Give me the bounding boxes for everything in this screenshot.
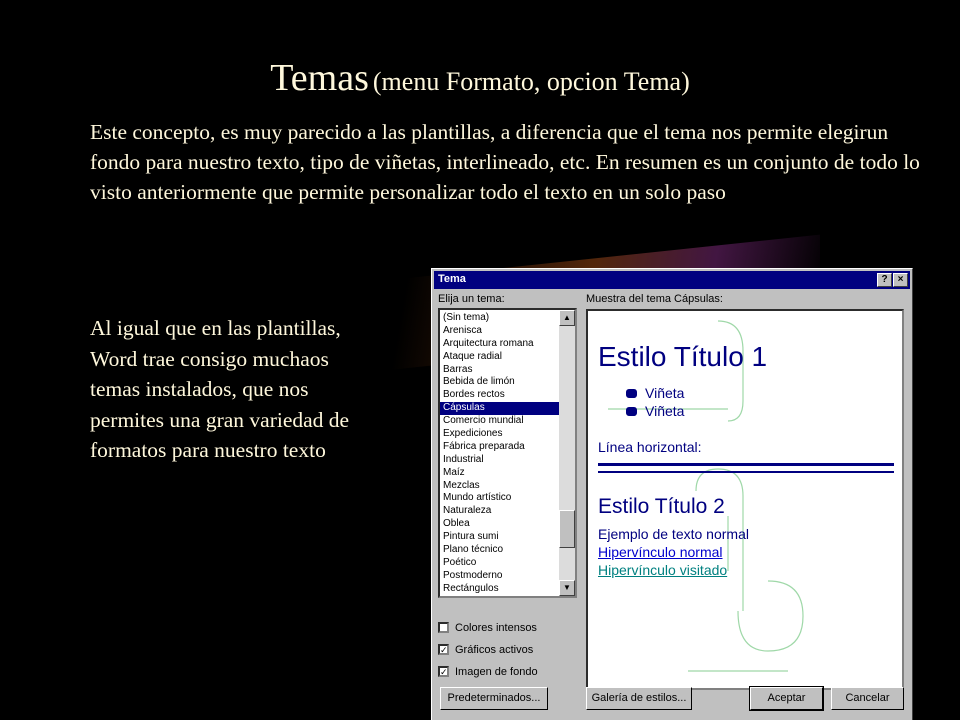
intro-paragraph: Este concepto, es muy parecido a las pla… [90,120,920,204]
theme-list-item[interactable]: Arenisca [440,325,560,338]
preview-heading2: Estilo Título 2 [598,495,725,518]
theme-list-item[interactable]: Bordes rectos [440,389,560,402]
checkbox-graficos-activos[interactable]: ✓ [438,644,449,655]
theme-list-item[interactable]: Poético [440,557,560,570]
slide-title-main: Temas [270,57,369,99]
slide-title: Temas (menu Formato, opcion Tema) [0,56,960,100]
dialog-title: Tema [438,273,466,285]
theme-list-item[interactable]: Oblea [440,518,560,531]
theme-list-item[interactable]: Expediciones [440,428,560,441]
preview-bullet-1: Viñeta [626,385,684,401]
side-paragraph: Al igual que en las plantillas, Word tra… [90,316,350,462]
theme-list-item[interactable]: Cápsulas [440,402,560,416]
theme-list-item[interactable]: Arquitectura romana [440,338,560,351]
theme-list-item[interactable]: Fábrica preparada [440,441,560,454]
theme-list-items: (Sin tema) Arenisca Arquitectura romana Ata… [440,312,560,596]
theme-list-item[interactable]: (Sin tema) [440,312,560,325]
theme-list-item[interactable]: Mezclas [440,480,560,493]
accept-button[interactable]: Aceptar [749,686,824,711]
theme-preview: Estilo Título 1 Viñeta Viñeta Línea hori… [586,309,904,690]
preview-horizontal-line [598,463,894,473]
preview-bullet-2: Viñeta [626,403,684,419]
theme-list[interactable]: (Sin tema) Arenisca Arquitectura romana Ata… [438,308,577,598]
theme-list-item[interactable]: Postmoderno [440,570,560,583]
preview-heading1: Estilo Título 1 [598,341,768,372]
theme-dialog: Tema ? × Elija un tema: Muestra del tema… [431,268,913,720]
label-imagen-de-fondo: Imagen de fondo [455,666,538,678]
theme-list-item[interactable]: Pintura sumi [440,531,560,544]
scroll-up-arrow-icon[interactable]: ▲ [559,310,575,326]
theme-list-label: Elija un tema: [438,293,505,305]
checkbox-colores-intensos[interactable] [438,622,449,633]
label-colores-intensos: Colores intensos [455,622,537,634]
style-gallery-button[interactable]: Galería de estilos... [586,687,692,710]
label-graficos-activos: Gráficos activos [455,644,534,656]
bullet-icon [626,389,637,398]
dialog-titlebar[interactable]: Tema ? × [434,271,910,289]
theme-list-item[interactable]: Industrial [440,454,560,467]
theme-list-item[interactable]: Plano técnico [440,544,560,557]
theme-list-scrollbar[interactable]: ▲ ▼ [559,310,575,596]
preview-hr-label: Línea horizontal: [598,439,702,455]
checkbox-imagen-de-fondo[interactable]: ✓ [438,666,449,677]
close-button[interactable]: × [893,273,908,287]
theme-list-item[interactable]: Ataque radial [440,351,560,364]
theme-list-item[interactable]: Maíz [440,467,560,480]
preview-normal-text: Ejemplo de texto normal [598,526,749,542]
help-button[interactable]: ? [877,273,892,287]
preview-visited-link[interactable]: Hipervínculo visitado [598,562,727,578]
cancel-button[interactable]: Cancelar [831,687,904,710]
theme-list-item[interactable]: Comercio mundial [440,415,560,428]
theme-list-item[interactable]: Barras [440,364,560,377]
slide-title-sub: (menu Formato, opcion Tema) [372,67,690,96]
bullet-icon [626,407,637,416]
defaults-button[interactable]: Predeterminados... [440,687,548,710]
theme-list-item[interactable]: Mundo artístico [440,492,560,505]
preview-label: Muestra del tema Cápsulas: [586,293,723,305]
theme-list-item[interactable]: Bebida de limón [440,376,560,389]
theme-list-item[interactable]: Naturaleza [440,505,560,518]
theme-list-item[interactable]: Rectángulos [440,583,560,596]
scroll-down-arrow-icon[interactable]: ▼ [559,580,575,596]
scroll-thumb[interactable] [559,510,575,548]
preview-link[interactable]: Hipervínculo normal [598,544,723,560]
